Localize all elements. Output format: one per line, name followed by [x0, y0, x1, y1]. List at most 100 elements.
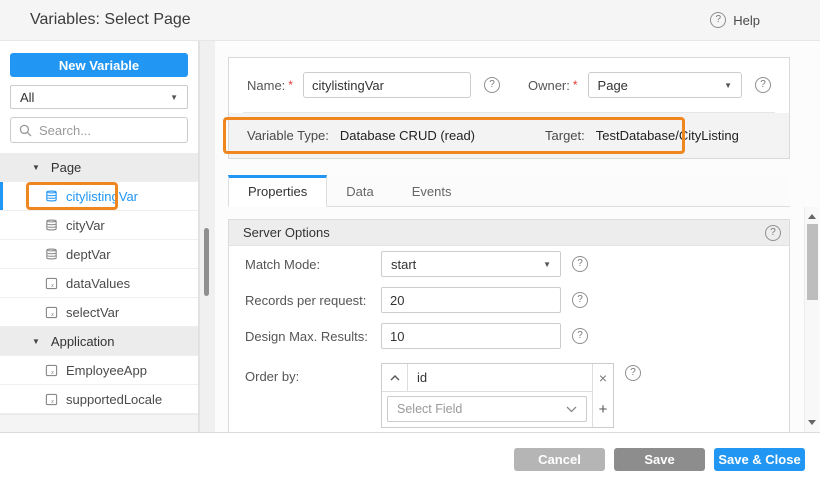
filter-select-value: All: [20, 90, 34, 105]
variables-tree: ▼ Page citylistingVar: [0, 153, 198, 414]
model-variable-icon: x: [45, 306, 58, 319]
tree-item-selectVar[interactable]: x selectVar: [0, 298, 198, 327]
variable-detail-panel: Name:* ? Owner:* Page ▼ ? Variable Type:…: [215, 41, 820, 432]
server-options-title: Server Options: [243, 225, 330, 240]
tab-events[interactable]: Events: [393, 177, 471, 206]
required-marker: *: [288, 78, 293, 92]
select-field-dropdown[interactable]: Select Field: [387, 396, 587, 422]
chevron-down-icon: [566, 406, 577, 413]
help-label: Help: [733, 13, 760, 28]
properties-tab-content: Server Options ? Match Mode: start ▼ ? R…: [215, 207, 820, 432]
tree-item-citylistingVar[interactable]: citylistingVar: [0, 182, 198, 211]
owner-select[interactable]: Page ▼: [588, 72, 742, 98]
server-options-panel: Server Options ? Match Mode: start ▼ ? R…: [228, 219, 790, 433]
owner-help-icon[interactable]: ?: [755, 77, 771, 93]
cancel-button[interactable]: Cancel: [514, 448, 605, 471]
model-variable-icon: x: [45, 277, 58, 290]
main-scrollbar-thumb[interactable]: [807, 224, 818, 300]
scroll-down-arrow-icon[interactable]: [808, 420, 816, 425]
match-mode-label: Match Mode:: [245, 257, 381, 272]
collapse-triangle-icon: ▼: [32, 163, 40, 172]
target-value: TestDatabase/CityListing: [596, 128, 739, 143]
tree-item-label: EmployeeApp: [66, 363, 147, 378]
svg-text:x: x: [50, 398, 54, 405]
remove-field-button[interactable]: ×: [592, 364, 613, 392]
name-label: Name:: [247, 78, 285, 93]
match-mode-help-icon[interactable]: ?: [572, 256, 588, 272]
dialog-header: Variables: Select Page ? Help: [0, 0, 820, 41]
design-max-results-label: Design Max. Results:: [245, 329, 381, 344]
name-input[interactable]: [303, 72, 471, 98]
match-mode-value: start: [391, 257, 416, 272]
tree-item-label: citylistingVar: [66, 189, 138, 204]
svg-text:x: x: [50, 282, 54, 289]
model-variable-icon: x: [45, 393, 58, 406]
sort-ascending-button[interactable]: [382, 364, 408, 392]
order-by-row: Order by: id × Select Field: [229, 354, 789, 433]
new-variable-button[interactable]: New Variable: [10, 53, 188, 77]
svg-text:x: x: [50, 369, 54, 376]
tree-item-cityVar[interactable]: cityVar: [0, 211, 198, 240]
design-max-results-input[interactable]: [381, 323, 561, 349]
detail-tabs: Properties Data Events: [228, 175, 790, 207]
database-variable-icon: [45, 218, 58, 232]
section-label: Application: [51, 334, 115, 349]
search-icon: [19, 124, 32, 137]
design-max-help-icon[interactable]: ?: [572, 328, 588, 344]
server-options-header: Server Options ?: [229, 220, 789, 246]
variable-type-value: Database CRUD (read): [340, 128, 475, 143]
scroll-up-arrow-icon[interactable]: [808, 214, 816, 219]
tree-item-label: deptVar: [66, 247, 111, 262]
search-box[interactable]: [10, 117, 188, 143]
records-per-request-row: Records per request: ?: [229, 282, 789, 318]
tab-data[interactable]: Data: [327, 177, 392, 206]
tree-item-EmployeeApp[interactable]: x EmployeeApp: [0, 356, 198, 385]
sidebar-scrollbar[interactable]: [199, 41, 215, 432]
records-per-request-label: Records per request:: [245, 293, 381, 308]
name-help-icon[interactable]: ?: [484, 77, 500, 93]
database-variable-icon: [45, 247, 58, 261]
records-per-request-input[interactable]: [381, 287, 561, 313]
add-field-button[interactable]: +: [592, 392, 613, 427]
variable-type-label: Variable Type:: [247, 128, 329, 143]
order-by-help-icon[interactable]: ?: [625, 365, 641, 381]
help-icon: ?: [710, 12, 726, 28]
tree-item-label: supportedLocale: [66, 392, 162, 407]
tree-item-supportedLocale[interactable]: x supportedLocale: [0, 385, 198, 414]
help-link[interactable]: ? Help: [710, 12, 760, 28]
owner-label: Owner:: [528, 78, 570, 93]
tree-item-label: cityVar: [66, 218, 105, 233]
filter-select[interactable]: All ▼: [10, 85, 188, 109]
main-scrollbar[interactable]: [804, 207, 819, 432]
sidebar-filler: [0, 414, 198, 432]
owner-select-value: Page: [598, 78, 628, 93]
variable-header-card: Name:* ? Owner:* Page ▼ ? Variable Type:…: [228, 57, 790, 159]
collapse-triangle-icon: ▼: [32, 337, 40, 346]
tab-properties[interactable]: Properties: [228, 175, 327, 207]
chevron-down-icon: ▼: [170, 93, 178, 102]
save-button[interactable]: Save: [614, 448, 705, 471]
match-mode-select[interactable]: start ▼: [381, 251, 561, 277]
chevron-down-icon: ▼: [724, 81, 732, 90]
tree-item-dataValues[interactable]: x dataValues: [0, 269, 198, 298]
variable-summary-row: Variable Type: Database CRUD (read) Targ…: [229, 113, 789, 158]
svg-text:x: x: [50, 311, 54, 318]
save-and-close-button[interactable]: Save & Close: [714, 448, 805, 471]
tree-section-application[interactable]: ▼ Application: [0, 327, 198, 356]
select-field-placeholder: Select Field: [397, 402, 462, 416]
design-max-results-row: Design Max. Results: ?: [229, 318, 789, 354]
order-by-field-value: id: [408, 364, 592, 392]
server-options-help-icon[interactable]: ?: [765, 225, 781, 241]
records-help-icon[interactable]: ?: [572, 292, 588, 308]
tree-item-deptVar[interactable]: deptVar: [0, 240, 198, 269]
sidebar-scrollbar-thumb[interactable]: [204, 228, 209, 296]
search-input[interactable]: [39, 123, 215, 138]
tree-section-page[interactable]: ▼ Page: [0, 153, 198, 182]
required-marker: *: [573, 78, 578, 92]
section-label: Page: [51, 160, 81, 175]
target-label: Target:: [545, 128, 585, 143]
order-by-label: Order by:: [245, 363, 381, 384]
page-title: Variables: Select Page: [30, 11, 191, 29]
tree-item-label: dataValues: [66, 276, 130, 291]
tree-item-label: selectVar: [66, 305, 119, 320]
